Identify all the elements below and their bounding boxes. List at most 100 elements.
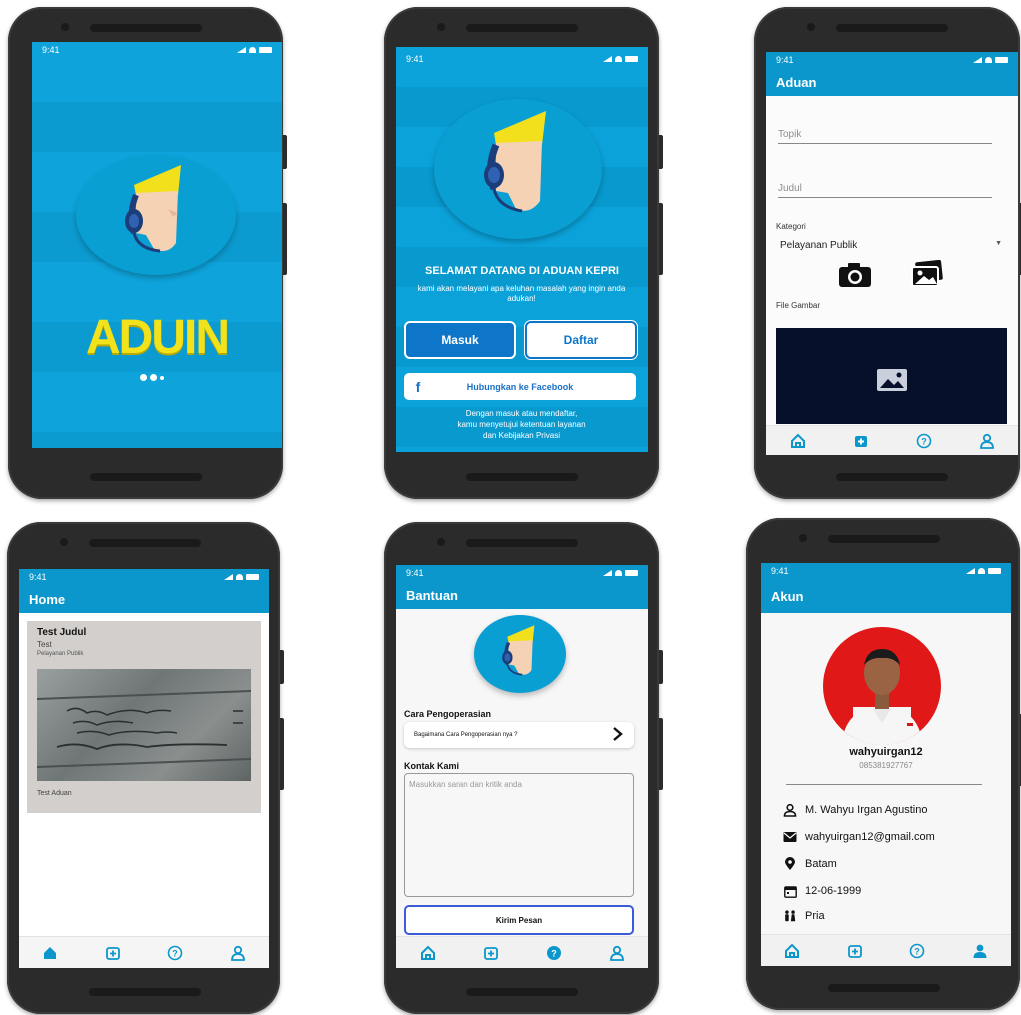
- user-icon[interactable]: [607, 943, 627, 963]
- bottom-nav: ?: [766, 425, 1018, 455]
- gender-icon: [783, 909, 797, 923]
- bottom-speaker: [466, 473, 578, 481]
- help-icon[interactable]: ?: [165, 943, 185, 963]
- phone-akun: 9:41 Akun wahyuirgan12 085381927767 M. W…: [746, 518, 1021, 1010]
- help-icon[interactable]: ?: [914, 431, 934, 451]
- facebook-button-label: Hubungkan ke Facebook: [466, 381, 574, 392]
- mascot-logo: [76, 155, 236, 275]
- avatar[interactable]: [823, 627, 941, 745]
- user-icon[interactable]: [977, 431, 997, 451]
- add-icon[interactable]: [481, 943, 501, 963]
- earpiece-speaker: [836, 24, 948, 32]
- svg-text:?: ?: [921, 436, 927, 446]
- earpiece-speaker: [466, 24, 578, 32]
- home-icon[interactable]: [788, 431, 808, 451]
- file-label: File Gambar: [776, 301, 821, 310]
- side-button: [280, 718, 284, 790]
- mail-icon: [783, 830, 797, 844]
- mascot-face-icon: [125, 165, 181, 253]
- aduan-screen: 9:41 Aduan Topik Judul Kategori Pelayana…: [766, 52, 1018, 455]
- status-bar: 9:41: [396, 51, 648, 67]
- category-select[interactable]: Pelayanan Publik ▼: [780, 240, 1004, 251]
- status-time: 9:41: [42, 45, 60, 55]
- status-bar: 9:41: [761, 563, 1011, 579]
- status-bar: 9:41: [396, 565, 648, 581]
- person-icon: [783, 803, 797, 817]
- status-time: 9:41: [29, 572, 47, 582]
- side-button: [280, 650, 284, 684]
- bottom-speaker: [466, 988, 578, 996]
- side-button: [659, 135, 663, 169]
- card-category: Pelayanan Publik: [37, 651, 84, 657]
- gender: Pria: [805, 910, 825, 922]
- operation-help-item[interactable]: Bagaimana Cara Pengoperasian nya ?: [404, 722, 634, 748]
- mascot-face-icon: [484, 111, 546, 213]
- email-row: wahyuirgan12@gmail.com: [783, 830, 935, 844]
- home-icon[interactable]: [418, 943, 438, 963]
- city-row: Batam: [783, 857, 837, 871]
- login-button[interactable]: Masuk: [404, 321, 516, 359]
- image-preview[interactable]: [776, 328, 1007, 424]
- terms-line[interactable]: dan Kebijakan Privasi: [416, 430, 627, 441]
- full-name-row: M. Wahyu Irgan Agustino: [783, 803, 928, 817]
- card-subtitle: Test: [37, 640, 52, 649]
- front-camera: [437, 538, 445, 546]
- birth-date-row: 12-06-1999: [783, 884, 861, 898]
- bottom-speaker: [89, 988, 201, 996]
- add-icon[interactable]: [851, 431, 871, 451]
- mascot-logo: [434, 99, 602, 239]
- user-icon[interactable]: [970, 941, 990, 961]
- front-camera: [61, 23, 69, 31]
- status-icons: [224, 574, 259, 580]
- front-camera: [799, 534, 807, 542]
- bottom-nav: ?: [761, 934, 1011, 966]
- welcome-title: SELAMAT DATANG DI ADUAN KEPRI: [425, 265, 619, 277]
- status-time: 9:41: [776, 55, 794, 65]
- location-icon: [783, 857, 797, 871]
- calendar-icon: [783, 884, 797, 898]
- status-icons: [237, 47, 272, 53]
- email: wahyuirgan12@gmail.com: [805, 831, 935, 843]
- message-textarea[interactable]: Masukkan saran dan kritik anda: [404, 773, 634, 897]
- help-icon[interactable]: ?: [544, 943, 564, 963]
- add-icon[interactable]: [845, 941, 865, 961]
- bottom-speaker: [828, 984, 940, 992]
- birth-date: 12-06-1999: [805, 885, 862, 897]
- card-photo: [37, 669, 251, 781]
- category-label: Kategori: [776, 222, 806, 231]
- user-icon[interactable]: [228, 943, 248, 963]
- operation-section-title: Cara Pengoperasian: [404, 709, 492, 719]
- send-message-button[interactable]: Kirim Pesan: [404, 905, 634, 935]
- home-icon[interactable]: [40, 943, 60, 963]
- status-bar: 9:41: [766, 52, 1018, 68]
- topic-input[interactable]: Topik: [778, 129, 992, 144]
- facebook-connect-button[interactable]: f Hubungkan ke Facebook: [404, 373, 636, 400]
- divider: [786, 784, 982, 785]
- front-camera: [60, 538, 68, 546]
- front-camera: [807, 23, 815, 31]
- bottom-nav: ?: [396, 936, 648, 968]
- status-time: 9:41: [771, 566, 789, 576]
- help-icon[interactable]: ?: [907, 941, 927, 961]
- home-screen: 9:41 Home Test Judul Test Pelayanan Publ…: [19, 569, 269, 968]
- camera-icon[interactable]: [838, 262, 872, 293]
- title-input[interactable]: Judul: [778, 183, 992, 198]
- phone-bantuan: 9:41 Bantuan Cara Pengoperasian Bagaiman…: [384, 522, 663, 1014]
- mascot-face-icon: [502, 625, 535, 676]
- page-title: Bantuan: [396, 581, 648, 609]
- home-icon[interactable]: [782, 941, 802, 961]
- status-icons: [966, 568, 1001, 574]
- chevron-right-icon: [612, 726, 624, 744]
- complaint-card[interactable]: Test Judul Test Pelayanan Publik Test Ad…: [27, 621, 261, 813]
- phone-aduan: 9:41 Aduan Topik Judul Kategori Pelayana…: [754, 7, 1021, 499]
- register-button[interactable]: Daftar: [525, 321, 637, 359]
- status-time: 9:41: [406, 54, 424, 64]
- card-title: Test Judul: [37, 627, 87, 638]
- status-bar: 9:41: [32, 42, 282, 58]
- image-icon: [876, 368, 908, 397]
- gallery-icon[interactable]: [910, 259, 944, 293]
- add-icon[interactable]: [103, 943, 123, 963]
- earpiece-speaker: [466, 539, 578, 547]
- mascot-logo: [474, 615, 566, 693]
- status-bar: 9:41: [19, 569, 269, 585]
